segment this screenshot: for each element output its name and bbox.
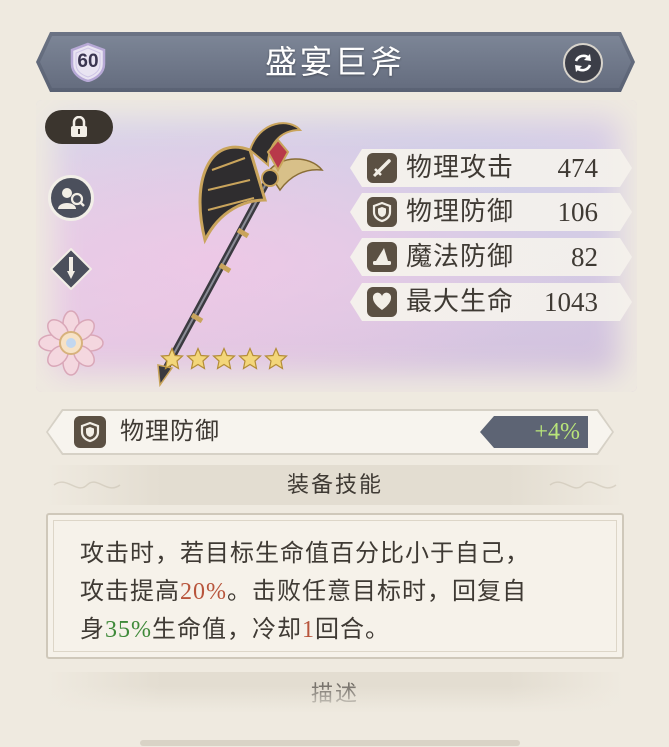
stat-label: 最大生命 xyxy=(406,287,515,316)
lock-button[interactable] xyxy=(45,110,113,144)
stat-label: 物理防御 xyxy=(406,197,515,226)
skill-section-header: 装备技能 xyxy=(46,465,624,505)
rarity-stars xyxy=(160,347,288,373)
bonus-stat-value: +4% xyxy=(534,419,580,445)
stat-value: 106 xyxy=(557,197,599,227)
bonus-stat-row: 物理防御 +4% xyxy=(46,409,614,455)
stat-max-hp: 最大生命 1043 xyxy=(350,283,632,321)
stat-attack: 物理攻击 474 xyxy=(350,149,632,187)
star-icon xyxy=(264,347,288,370)
heart-icon xyxy=(367,287,397,317)
star-icon xyxy=(212,347,236,370)
stat-physical-defense: 物理防御 106 xyxy=(350,193,632,231)
heal-value: 35% xyxy=(105,617,152,643)
star-icon xyxy=(186,347,210,370)
obscured-stat-row xyxy=(80,372,620,392)
swap-icon xyxy=(574,54,592,72)
stat-value: 1043 xyxy=(544,287,598,317)
attack-bonus-value: 20% xyxy=(180,579,227,605)
skill-button[interactable] xyxy=(50,248,92,290)
scroll-indicator[interactable] xyxy=(140,740,520,746)
stat-value: 82 xyxy=(571,242,598,272)
search-user-icon xyxy=(58,188,85,209)
level-value: 60 xyxy=(77,51,99,72)
lock-icon xyxy=(71,116,87,137)
skill-description-box: 攻击时，若目标生命值百分比小于自己， 攻击提高20%。击败任意目标时，回复自 身… xyxy=(46,513,624,659)
bottom-fade xyxy=(0,686,669,747)
bonus-stat-label: 物理防御 xyxy=(120,419,220,445)
cooldown-value: 1 xyxy=(302,617,315,643)
skill-section-title: 装备技能 xyxy=(286,472,383,497)
stat-value: 474 xyxy=(557,153,599,183)
search-user-button[interactable] xyxy=(48,175,94,221)
star-icon xyxy=(238,347,262,370)
stat-label: 物理攻击 xyxy=(406,153,515,182)
flower-icon xyxy=(38,310,104,376)
shield-icon xyxy=(367,197,397,227)
sword-icon xyxy=(367,153,397,183)
wizard-hat-icon xyxy=(367,242,397,272)
enhance-button[interactable] xyxy=(38,310,104,376)
star-icon xyxy=(160,347,184,370)
item-title: 盛宴巨斧 xyxy=(264,44,405,80)
skill-icon xyxy=(50,248,92,290)
stat-label: 魔法防御 xyxy=(406,242,515,271)
swap-button[interactable] xyxy=(563,43,603,83)
skill-description: 攻击时，若目标生命值百分比小于自己， 攻击提高20%。击败任意目标时，回复自 身… xyxy=(80,541,530,643)
shield-icon xyxy=(74,416,106,448)
stat-magic-defense: 魔法防御 82 xyxy=(350,238,632,276)
